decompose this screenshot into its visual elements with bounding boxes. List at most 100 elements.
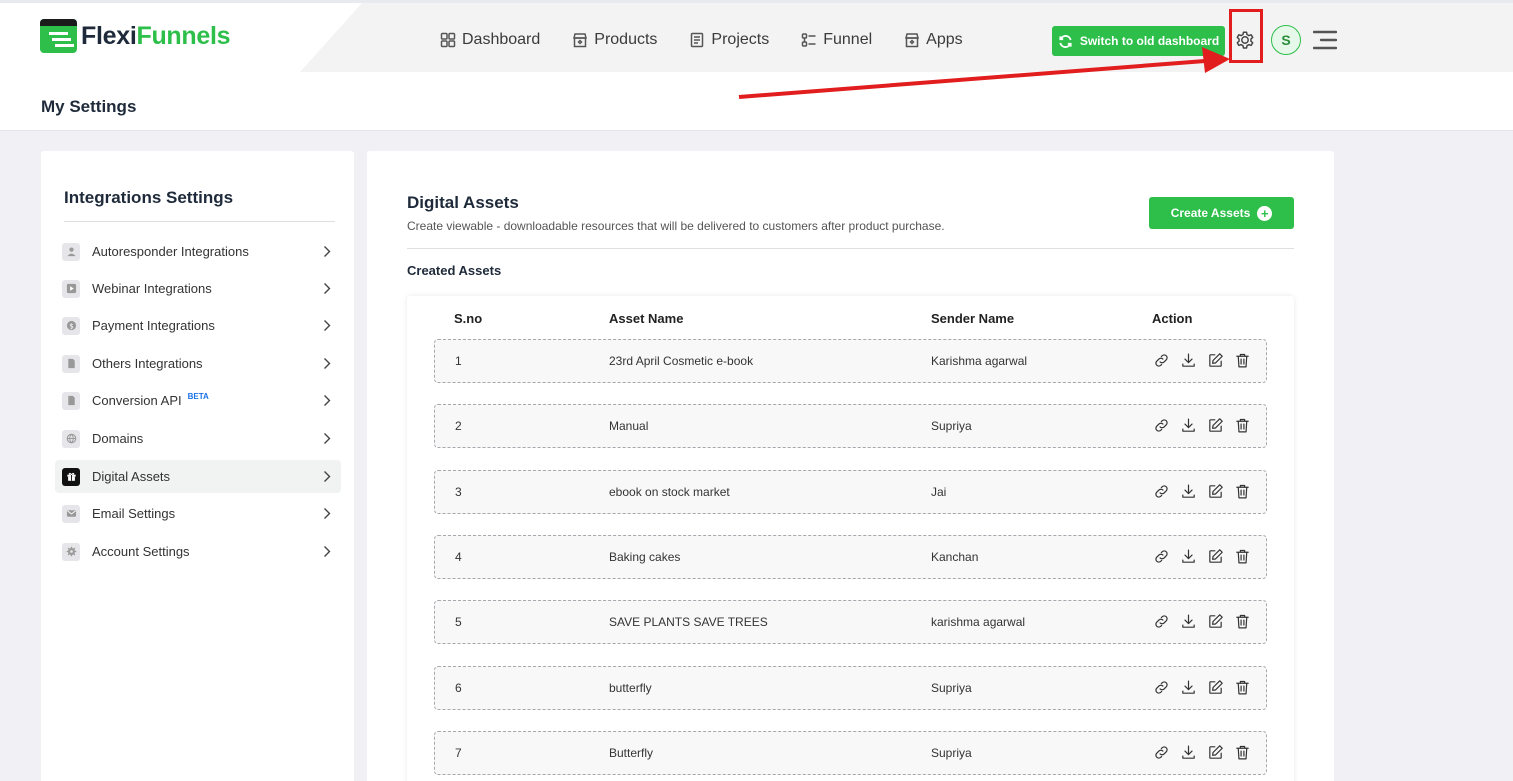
gear-icon [62, 542, 80, 561]
download-icon[interactable] [1180, 352, 1197, 369]
store-icon [573, 33, 588, 48]
cell-sender-name: Karishma agarwal [931, 354, 1028, 368]
column-header-sender-name: Sender Name [931, 311, 1015, 326]
column-header-asset-name: Asset Name [609, 311, 684, 326]
nav-funnel-label: Funnel [823, 31, 873, 48]
trash-icon[interactable] [1234, 548, 1251, 565]
cell-sno: 5 [455, 615, 462, 629]
download-icon[interactable] [1180, 548, 1197, 565]
nav-funnel[interactable]: Funnel [801, 31, 872, 49]
link-icon[interactable] [1153, 744, 1170, 761]
chevron-right-icon [324, 358, 331, 369]
chevron-right-icon [324, 508, 331, 519]
nav-projects[interactable]: Projects [689, 31, 769, 49]
table-row: 7 Butterfly Supriya [434, 731, 1267, 775]
user-icon [62, 242, 80, 261]
trash-icon[interactable] [1234, 613, 1251, 630]
logo[interactable]: FlexiFunnels [40, 17, 231, 55]
download-icon[interactable] [1180, 744, 1197, 761]
nav-apps[interactable]: Apps [904, 31, 963, 49]
trash-icon[interactable] [1234, 483, 1251, 500]
highlight-box [1229, 9, 1263, 63]
trash-icon[interactable] [1234, 417, 1251, 434]
document-icon [62, 354, 80, 373]
nav-projects-label: Projects [711, 31, 770, 48]
link-icon[interactable] [1153, 679, 1170, 696]
nav-dashboard-label: Dashboard [462, 31, 541, 48]
chevron-right-icon [324, 433, 331, 444]
link-icon[interactable] [1153, 548, 1170, 565]
sidebar-item-digital-assets[interactable]: Digital Assets [55, 460, 341, 493]
edit-icon[interactable] [1207, 417, 1224, 434]
create-assets-button[interactable]: Create Assets + [1149, 197, 1294, 229]
panel-divider [407, 248, 1294, 249]
chevron-right-icon [324, 283, 331, 294]
cell-sender-name: Jai [931, 485, 947, 499]
edit-icon[interactable] [1207, 744, 1224, 761]
top-navbar: FlexiFunnels Dashboard Products Projects… [0, 0, 1513, 72]
sidebar-item-autoresponder[interactable]: Autoresponder Integrations [55, 235, 341, 268]
cell-sno: 7 [455, 746, 462, 760]
sidebar-item-webinar[interactable]: Webinar Integrations [55, 272, 341, 305]
sidebar-item-domains[interactable]: Domains [55, 422, 341, 455]
dashboard-icon [440, 32, 456, 48]
plus-circle-icon: + [1257, 205, 1273, 221]
user-avatar[interactable]: S [1271, 25, 1301, 55]
funnel-icon [801, 33, 816, 47]
link-icon[interactable] [1153, 483, 1170, 500]
edit-icon[interactable] [1207, 613, 1224, 630]
download-icon[interactable] [1180, 417, 1197, 434]
switch-old-dashboard-button[interactable]: Switch to old dashboard [1052, 26, 1225, 56]
page-title: My Settings [41, 97, 137, 116]
sidebar-item-conversion-api[interactable]: Conversion API BETA [55, 384, 341, 417]
create-assets-label: Create Assets [1170, 206, 1251, 220]
link-icon[interactable] [1153, 352, 1170, 369]
sidebar-item-label: Autoresponder Integrations [92, 244, 249, 259]
link-icon[interactable] [1153, 613, 1170, 630]
sidebar-item-account-settings[interactable]: Account Settings [55, 535, 341, 568]
table-row: 1 23rd April Cosmetic e-book Karishma agar… [434, 339, 1267, 383]
nav-products[interactable]: Products [572, 31, 657, 49]
cell-sno: 6 [455, 681, 462, 695]
sidebar-item-payment[interactable]: $ Payment Integrations [55, 309, 341, 342]
link-icon[interactable] [1153, 417, 1170, 434]
trash-icon[interactable] [1234, 352, 1251, 369]
edit-icon[interactable] [1207, 352, 1224, 369]
sidebar-item-email-settings[interactable]: Email Settings [55, 497, 341, 530]
download-icon[interactable] [1180, 483, 1197, 500]
sidebar-item-label: Account Settings [92, 544, 190, 559]
edit-icon[interactable] [1207, 548, 1224, 565]
cell-sno: 3 [455, 485, 462, 499]
switch-old-dashboard-label: Switch to old dashboard [1079, 34, 1220, 48]
sidebar-item-label: Webinar Integrations [92, 281, 212, 296]
edit-icon[interactable] [1207, 679, 1224, 696]
hamburger-menu-icon[interactable] [1313, 30, 1337, 50]
svg-text:$: $ [69, 322, 73, 330]
row-actions [1153, 417, 1261, 434]
download-icon[interactable] [1180, 613, 1197, 630]
document-icon [691, 32, 704, 48]
cell-asset-name: Manual [609, 419, 649, 433]
sidebar-item-label: Digital Assets [92, 469, 171, 484]
cell-sno: 2 [455, 419, 462, 433]
apps-store-icon [905, 33, 920, 48]
trash-icon[interactable] [1234, 744, 1251, 761]
main-nav: Dashboard Products Projects Funnel Apps [440, 31, 995, 49]
cell-sender-name: Supriya [931, 681, 972, 695]
cell-sender-name: Kanchan [931, 550, 979, 564]
trash-icon[interactable] [1234, 679, 1251, 696]
edit-icon[interactable] [1207, 483, 1224, 500]
nav-dashboard[interactable]: Dashboard [440, 31, 540, 49]
table-row: 3 ebook on stock market Jai [434, 470, 1267, 514]
download-icon[interactable] [1180, 679, 1197, 696]
sidebar-item-label: Payment Integrations [92, 318, 215, 333]
video-icon [62, 279, 80, 298]
assets-table: S.no Asset Name Sender Name Action 1 23rd… [407, 296, 1294, 781]
sidebar-item-others[interactable]: Others Integrations [55, 347, 341, 380]
sidebar-item-label: Others Integrations [92, 356, 203, 371]
nav-apps-label: Apps [926, 31, 963, 48]
document-icon [62, 391, 80, 410]
cell-asset-name: ebook on stock market [609, 485, 730, 499]
chevron-right-icon [324, 546, 331, 557]
cell-asset-name: 23rd April Cosmetic e-book [609, 354, 754, 368]
